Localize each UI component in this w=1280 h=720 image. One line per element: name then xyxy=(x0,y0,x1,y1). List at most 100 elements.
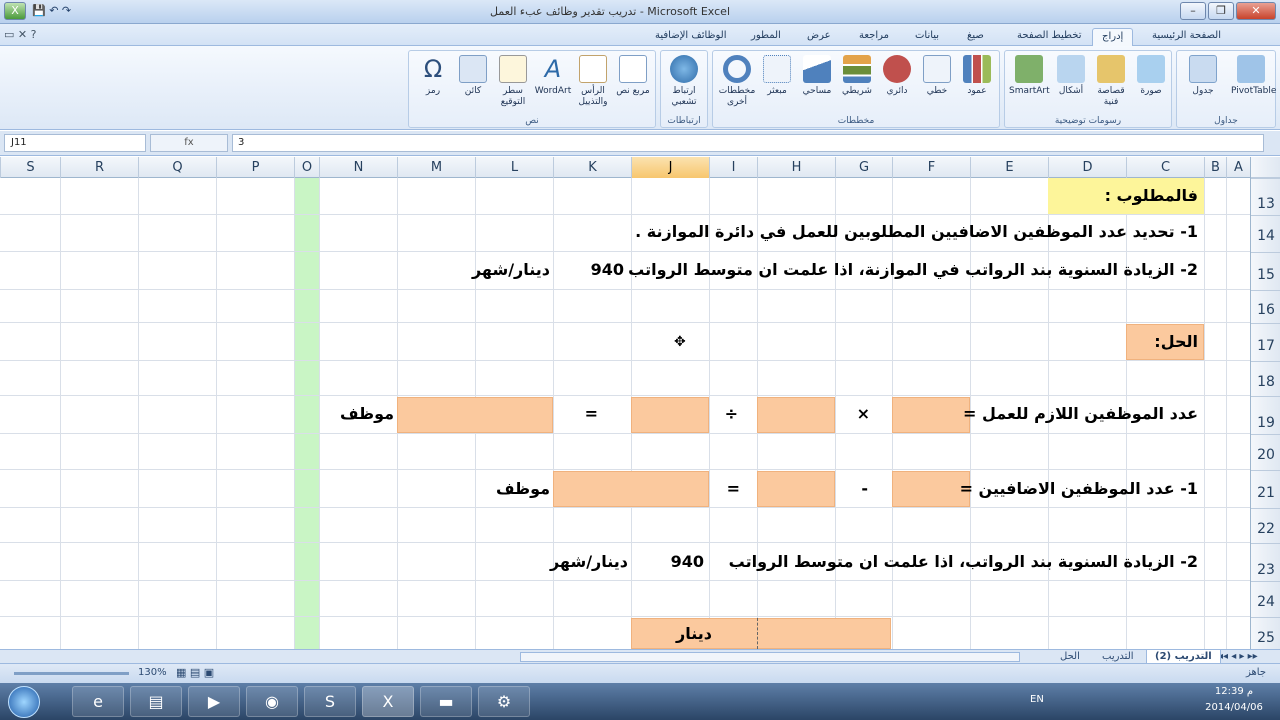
tab-insert[interactable]: إدراج xyxy=(1092,28,1134,46)
tab-page-layout[interactable]: تخطيط الصفحة xyxy=(1008,28,1091,46)
col-header-l[interactable]: L xyxy=(475,157,553,178)
clipart-button[interactable]: قصاصة فنية xyxy=(1091,55,1131,108)
row-header-22[interactable]: 22 xyxy=(1251,508,1280,543)
zoom-level[interactable]: 130% xyxy=(138,667,167,678)
col-header-c[interactable]: C xyxy=(1126,157,1204,178)
col-header-i[interactable]: I xyxy=(709,157,757,178)
smartart-icon xyxy=(1015,55,1043,83)
signature-line-button[interactable]: سطر التوقيع xyxy=(493,55,533,108)
column-chart-button[interactable]: عمود xyxy=(957,55,997,97)
media-taskbar-icon[interactable]: ▶ xyxy=(188,686,240,717)
horizontal-scrollbar[interactable] xyxy=(520,652,1020,662)
col-header-g[interactable]: G xyxy=(835,157,892,178)
col-header-d[interactable]: D xyxy=(1048,157,1126,178)
fx-button[interactable]: fx xyxy=(150,134,228,152)
row-header-13[interactable]: 13 xyxy=(1251,178,1280,215)
skype-taskbar-icon[interactable]: S xyxy=(304,686,356,717)
sheet-tab-solution[interactable]: الحل xyxy=(1052,650,1088,664)
row-header-18[interactable]: 18 xyxy=(1251,361,1280,396)
col-header-s[interactable]: S xyxy=(0,157,60,178)
tab-developer[interactable]: المطور xyxy=(742,28,790,46)
row-header-24[interactable]: 24 xyxy=(1251,581,1280,617)
col-header-j[interactable]: J xyxy=(631,157,709,178)
col-header-b[interactable]: B xyxy=(1204,157,1226,178)
col-header-e[interactable]: E xyxy=(970,157,1048,178)
row-header-20[interactable]: 20 xyxy=(1251,434,1280,470)
tab-addins[interactable]: الوظائف الإضافية xyxy=(646,28,736,46)
select-all-corner[interactable] xyxy=(1251,157,1280,178)
result-cell-m19[interactable] xyxy=(397,397,553,433)
col-header-k[interactable]: K xyxy=(553,157,631,178)
sheet-tab-training[interactable]: التدريب xyxy=(1094,650,1142,664)
help-icon[interactable]: ▭ ✕ ? xyxy=(4,28,36,41)
input-cell-f19[interactable] xyxy=(892,397,970,433)
ie-taskbar-icon[interactable]: e xyxy=(72,686,124,717)
input-cell-h21[interactable] xyxy=(757,471,835,507)
formula-input[interactable]: 3 xyxy=(232,134,1264,152)
start-button[interactable] xyxy=(8,686,40,718)
firefox-taskbar-icon[interactable]: ◉ xyxy=(246,686,298,717)
tab-view[interactable]: عرض xyxy=(798,28,840,46)
result-cell-k21[interactable] xyxy=(553,471,709,507)
row-header-23[interactable]: 23 xyxy=(1251,543,1280,581)
clock-time[interactable]: 12:39 م xyxy=(1200,686,1268,697)
smartart-button[interactable]: SmartArt xyxy=(1009,55,1050,97)
tab-formulas[interactable]: صيغ xyxy=(958,28,993,46)
symbol-button[interactable]: Ω رمز xyxy=(413,55,453,97)
view-buttons[interactable]: ▦ ▤ ▣ xyxy=(176,666,214,679)
tab-home[interactable]: الصفحة الرئيسية xyxy=(1143,28,1230,46)
row-header-14[interactable]: 14 xyxy=(1251,215,1280,252)
bar-chart-button[interactable]: شريطي xyxy=(837,55,877,97)
zoom-slider[interactable] xyxy=(14,672,129,675)
table-button[interactable]: جدول xyxy=(1183,55,1223,97)
input-cell-j19[interactable] xyxy=(631,397,709,433)
input-cell-f21[interactable] xyxy=(892,471,970,507)
scatter-chart-button[interactable]: مبعثر xyxy=(757,55,797,97)
col-header-o[interactable]: O xyxy=(294,157,319,178)
col-header-h[interactable]: H xyxy=(757,157,835,178)
hyperlink-button[interactable]: ارتباط تشعبي xyxy=(664,55,704,108)
area-chart-button[interactable]: مساحي xyxy=(797,55,837,97)
col-header-r[interactable]: R xyxy=(60,157,138,178)
row-header-21[interactable]: 21 xyxy=(1251,470,1280,508)
pie-chart-button[interactable]: دائري xyxy=(877,55,917,97)
language-indicator[interactable]: EN xyxy=(1030,694,1044,705)
maximize-button[interactable]: ❐ xyxy=(1208,2,1234,20)
sheet-tab-training-2[interactable]: التدريب (2) xyxy=(1146,650,1221,664)
excel-app-icon[interactable]: X xyxy=(4,2,26,20)
tab-data[interactable]: بيانات xyxy=(906,28,948,46)
row-header-16[interactable]: 16 xyxy=(1251,290,1280,323)
column-chart-icon xyxy=(963,55,991,83)
tool-taskbar-icon[interactable]: ⚙ xyxy=(478,686,530,717)
row-header-25[interactable]: 25 xyxy=(1251,617,1280,649)
col-header-n[interactable]: N xyxy=(319,157,397,178)
col-header-p[interactable]: P xyxy=(216,157,294,178)
minimize-button[interactable]: – xyxy=(1180,2,1206,20)
col-header-a[interactable]: A xyxy=(1226,157,1250,178)
col-header-m[interactable]: M xyxy=(397,157,475,178)
other-charts-button[interactable]: مخططات أخرى xyxy=(717,55,757,108)
row-header-19[interactable]: 19 xyxy=(1251,396,1280,434)
app-taskbar-icon[interactable]: ▬ xyxy=(420,686,472,717)
tab-review[interactable]: مراجعة xyxy=(850,28,898,46)
picture-button[interactable]: صورة xyxy=(1131,55,1171,97)
row-header-17[interactable]: 17 xyxy=(1251,323,1280,361)
line-chart-button[interactable]: خطي xyxy=(917,55,957,97)
result-cell-j25[interactable] xyxy=(631,618,891,649)
excel-taskbar-icon[interactable]: X xyxy=(362,686,414,717)
close-button[interactable]: ✕ xyxy=(1236,2,1276,20)
object-button[interactable]: كائن xyxy=(453,55,493,97)
explorer-taskbar-icon[interactable]: ▤ xyxy=(130,686,182,717)
row-header-15[interactable]: 15 xyxy=(1251,252,1280,290)
col-header-q[interactable]: Q xyxy=(138,157,216,178)
col-header-f[interactable]: F xyxy=(892,157,970,178)
shapes-button[interactable]: أشكال xyxy=(1051,55,1091,97)
name-box[interactable]: J11 xyxy=(4,134,146,152)
pivottable-button[interactable]: PivotTable xyxy=(1231,55,1276,97)
header-footer-button[interactable]: الرأس والتذييل xyxy=(573,55,613,108)
worksheet-grid[interactable]: فالمطلوب : 1- تحديد عدد الموظفين الاضافي… xyxy=(0,178,1250,649)
input-cell-h19[interactable] xyxy=(757,397,835,433)
wordart-button[interactable]: A WordArt xyxy=(533,55,573,97)
quick-access-toolbar[interactable]: 💾 ↶ ↷ xyxy=(32,4,71,17)
textbox-button[interactable]: مربع نص xyxy=(613,55,653,97)
